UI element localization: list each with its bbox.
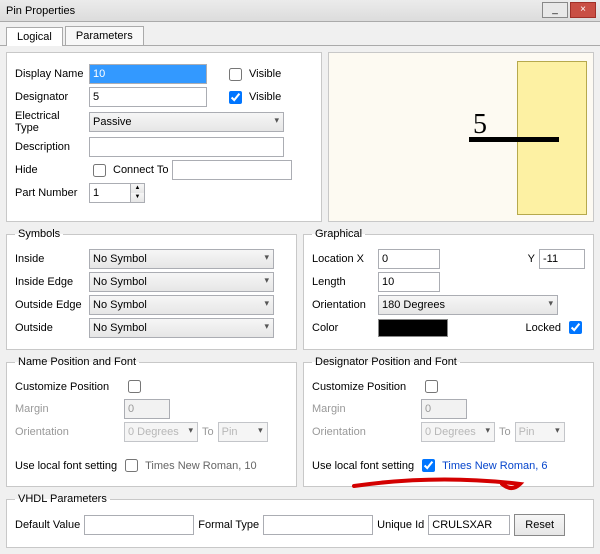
reset-button[interactable]: Reset — [514, 514, 565, 536]
desig-uselocal-label: Use local font setting — [312, 460, 414, 472]
desigpos-group: Designator Position and Font Customize P… — [303, 356, 594, 487]
tab-bar: Logical Parameters — [0, 22, 600, 46]
formaltype-label: Formal Type — [198, 519, 259, 531]
hide-checkbox[interactable] — [93, 164, 106, 177]
outside-select[interactable]: No Symbol — [89, 318, 274, 338]
displayname-label: Display Name — [15, 68, 85, 80]
outside-label: Outside — [15, 322, 85, 334]
desig-margin-input — [421, 399, 467, 419]
name-font-link[interactable]: Times New Roman, 10 — [145, 460, 256, 472]
outsideedge-label: Outside Edge — [15, 299, 85, 311]
description-input[interactable] — [89, 137, 284, 157]
insideedge-label: Inside Edge — [15, 276, 85, 288]
symbols-legend: Symbols — [15, 228, 63, 240]
desigpos-legend: Designator Position and Font — [312, 356, 460, 368]
displayname-input[interactable] — [89, 64, 207, 84]
description-label: Description — [15, 141, 85, 153]
locationx-input[interactable] — [378, 249, 440, 269]
vhdl-group: VHDL Parameters Default Value Formal Typ… — [6, 493, 594, 548]
electricaltype-select[interactable]: Passive — [89, 112, 284, 132]
tab-parameters[interactable]: Parameters — [65, 26, 144, 45]
partnumber-down[interactable]: ▼ — [131, 193, 144, 202]
desig-customize-checkbox[interactable] — [425, 380, 438, 393]
designator-label: Designator — [15, 91, 85, 103]
name-uselocal-label: Use local font setting — [15, 460, 117, 472]
graphical-group: Graphical Location X Y Length Orientatio… — [303, 228, 594, 350]
vhdl-legend: VHDL Parameters — [15, 493, 110, 505]
defaultvalue-input[interactable] — [84, 515, 194, 535]
close-button[interactable]: × — [570, 2, 596, 18]
desig-orientation-select: 0 Degrees — [421, 422, 495, 442]
partnumber-spinner[interactable]: ▲▼ — [89, 183, 145, 203]
partnumber-input[interactable] — [90, 184, 130, 202]
length-input[interactable] — [378, 272, 440, 292]
desig-margin-label: Margin — [312, 403, 417, 415]
connectto-input[interactable] — [172, 160, 292, 180]
insideedge-select[interactable]: No Symbol — [89, 272, 274, 292]
displayname-visible-checkbox[interactable] — [229, 68, 242, 81]
uniqueid-label: Unique Id — [377, 519, 424, 531]
defaultvalue-label: Default Value — [15, 519, 80, 531]
uniqueid-input[interactable] — [428, 515, 510, 535]
electricaltype-label: Electrical Type — [15, 110, 85, 134]
outsideedge-select[interactable]: No Symbol — [89, 295, 274, 315]
locked-checkbox[interactable] — [569, 321, 582, 334]
orientation-select[interactable]: 180 Degrees — [378, 295, 558, 315]
designator-input[interactable] — [89, 87, 207, 107]
tab-logical[interactable]: Logical — [6, 27, 63, 46]
formaltype-input[interactable] — [263, 515, 373, 535]
desig-customize-label: Customize Position — [312, 381, 417, 393]
desig-to-label: To — [499, 426, 511, 438]
namepos-group: Name Position and Font Customize Positio… — [6, 356, 297, 487]
displayname-visible-label: Visible — [249, 68, 281, 80]
namepos-legend: Name Position and Font — [15, 356, 139, 368]
name-customize-label: Customize Position — [15, 381, 120, 393]
inside-select[interactable]: No Symbol — [89, 249, 274, 269]
locationy-input[interactable] — [539, 249, 585, 269]
designator-visible-label: Visible — [249, 91, 281, 103]
name-orientation-label: Orientation — [15, 426, 120, 438]
partnumber-up[interactable]: ▲ — [131, 184, 144, 193]
name-customize-checkbox[interactable] — [128, 380, 141, 393]
preview-pin-number: 5 — [473, 109, 487, 141]
name-to-select: Pin — [218, 422, 268, 442]
locationx-label: Location X — [312, 253, 374, 265]
partnumber-label: Part Number — [15, 187, 85, 199]
name-margin-input — [124, 399, 170, 419]
color-swatch[interactable] — [378, 319, 448, 337]
pin-preview: 5 — [328, 52, 594, 222]
desig-font-link[interactable]: Times New Roman, 6 — [442, 460, 547, 472]
graphical-legend: Graphical — [312, 228, 365, 240]
length-label: Length — [312, 276, 374, 288]
locationy-label: Y — [528, 253, 535, 265]
hide-label: Hide — [15, 164, 85, 176]
minimize-button[interactable]: _ — [542, 2, 568, 18]
window-title: Pin Properties — [6, 5, 75, 17]
symbols-group: Symbols Inside No Symbol Inside Edge No … — [6, 228, 297, 350]
name-orientation-select: 0 Degrees — [124, 422, 198, 442]
locked-label: Locked — [526, 322, 561, 334]
desig-uselocal-checkbox[interactable] — [422, 459, 435, 472]
desig-to-select: Pin — [515, 422, 565, 442]
title-bar: Pin Properties _ × — [0, 0, 600, 22]
name-to-label: To — [202, 426, 214, 438]
inside-label: Inside — [15, 253, 85, 265]
orientation-label: Orientation — [312, 299, 374, 311]
connectto-label: Connect To — [113, 164, 168, 176]
desig-orientation-label: Orientation — [312, 426, 417, 438]
designator-visible-checkbox[interactable] — [229, 91, 242, 104]
color-label: Color — [312, 322, 374, 334]
name-uselocal-checkbox[interactable] — [125, 459, 138, 472]
name-margin-label: Margin — [15, 403, 120, 415]
